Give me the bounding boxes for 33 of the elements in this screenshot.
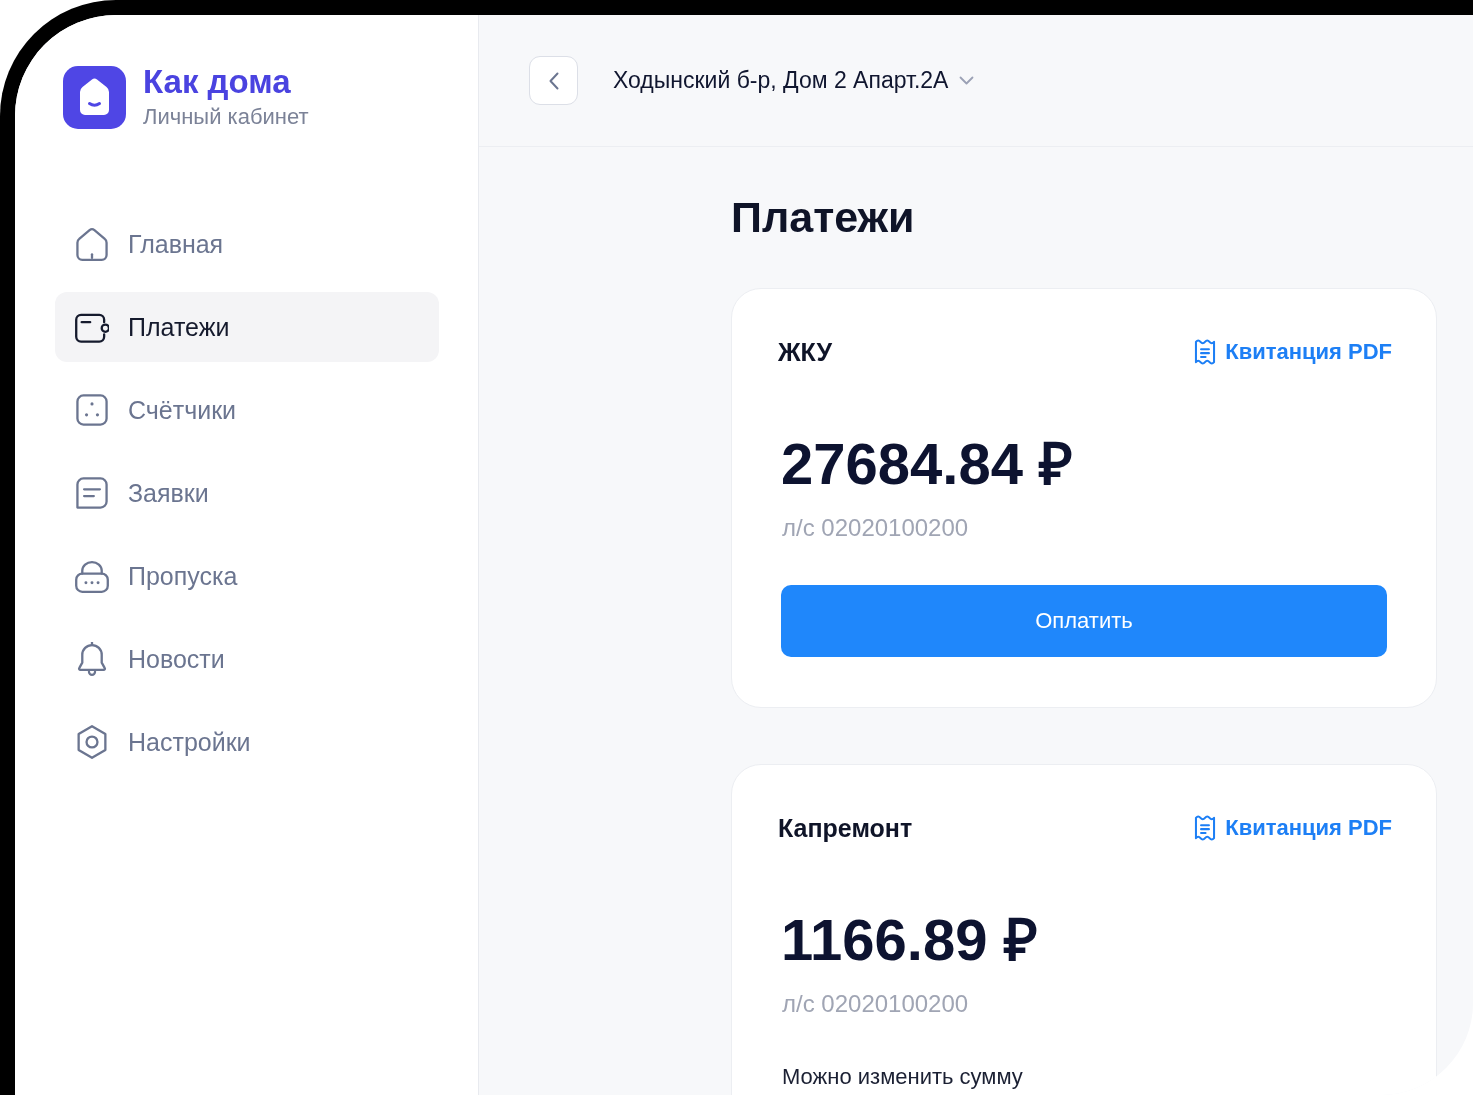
chevron-down-icon (959, 76, 975, 85)
page-title: Платежи (731, 192, 916, 242)
brand-subtitle: Личный кабинет (143, 104, 309, 130)
nav-item[interactable]: Заявки (55, 458, 439, 528)
brand-name: Как дома (143, 64, 292, 100)
nav-item[interactable]: Платежи (55, 292, 439, 362)
nav-item[interactable]: Главная (55, 209, 439, 279)
amount: 1166.89 ₽ (781, 906, 1039, 973)
card-title: Капремонт (778, 813, 913, 843)
amount: 27684.84 ₽ (781, 430, 1075, 497)
receipt-pdf-link[interactable]: Квитанция PDF (1194, 815, 1392, 841)
dots-square-icon (75, 393, 109, 427)
receipt-icon (1194, 339, 1217, 365)
address-selector[interactable]: Ходынский б-р, Дом 2 Апарт.2А (613, 67, 975, 94)
account-number: л/с 02020100200 (782, 989, 970, 1019)
note-icon (75, 476, 109, 510)
receipt-pdf-link[interactable]: Квитанция PDF (1194, 339, 1392, 365)
bell-icon (75, 642, 109, 676)
account-number: л/с 02020100200 (782, 513, 970, 543)
settings-icon (75, 725, 109, 759)
house-logo-icon (63, 65, 126, 129)
chevron-left-icon (548, 71, 559, 90)
nav-item[interactable]: Пропуска (55, 541, 439, 611)
back-button[interactable] (529, 56, 578, 105)
nav-item[interactable]: Настройки (55, 707, 439, 777)
nav-item[interactable]: Новости (55, 624, 439, 694)
note-text: Можно изменить сумму (782, 1063, 1024, 1091)
nav-item[interactable]: Счётчики (55, 375, 439, 445)
card-title: ЖКУ (778, 337, 833, 367)
lock-icon (75, 559, 109, 593)
receipt-icon (1194, 815, 1217, 841)
pay-button[interactable]: Оплатить (781, 585, 1387, 657)
house-icon (75, 227, 109, 261)
